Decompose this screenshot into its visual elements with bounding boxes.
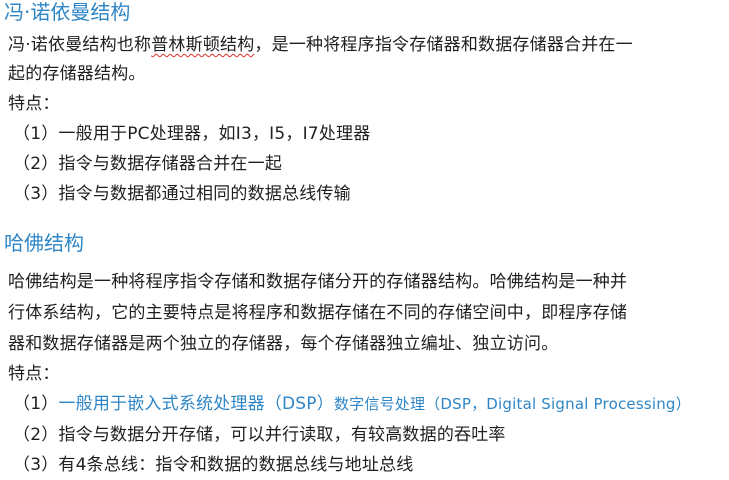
section-heading-von-neumann: 冯·诺依曼结构	[4, 0, 131, 24]
feature-item: （2）指令与数据存储器合并在一起	[13, 154, 283, 174]
section-heading-harvard: 哈佛结构	[4, 231, 84, 255]
princeton-structure-term: 普林斯顿结构	[151, 35, 255, 55]
embedded-dsp-link[interactable]: 一般用于嵌入式系统处理器（DSP）	[58, 394, 334, 414]
dsp-note: 数字信号处理（DSP，Digital Signal Processing）	[333, 395, 691, 413]
harvard-description-line: 哈佛结构是一种将程序指令存储和数据存储分开的存储器结构。哈佛结构是一种并	[8, 272, 628, 292]
features-label: 特点：	[8, 94, 60, 114]
desc-text: ，是一种将程序指令存储器和数据存储器合并在一	[254, 35, 633, 55]
feature-item: （1）一般用于嵌入式系统处理器（DSP）数字信号处理（DSP，Digital S…	[13, 393, 691, 415]
feature-number: （1）	[13, 394, 59, 414]
features-label: 特点：	[8, 364, 60, 384]
feature-item: （3）指令与数据都通过相同的数据总线传输	[13, 184, 351, 204]
feature-item: （1）一般用于PC处理器，如I3，I5，I7处理器	[13, 124, 371, 144]
feature-item: （3）有4条总线：指令和数据的数据总线与地址总线	[13, 455, 414, 475]
harvard-description-line: 行体系结构，它的主要特点是将程序和数据存储在不同的存储空间中，即程序存储	[8, 303, 628, 323]
von-neumann-description-line2: 起的存储器结构。	[8, 64, 146, 84]
harvard-description-line: 器和数据存储器是两个独立的存储器，每个存储器独立编址、独立访问。	[8, 334, 559, 354]
feature-item: （2）指令与数据分开存储，可以并行读取，有较高数据的吞吐率	[13, 425, 506, 445]
desc-text: 冯·诺依曼结构也称	[8, 35, 152, 55]
von-neumann-description-line1: 冯·诺依曼结构也称普林斯顿结构，是一种将程序指令存储器和数据存储器合并在一	[8, 34, 633, 56]
